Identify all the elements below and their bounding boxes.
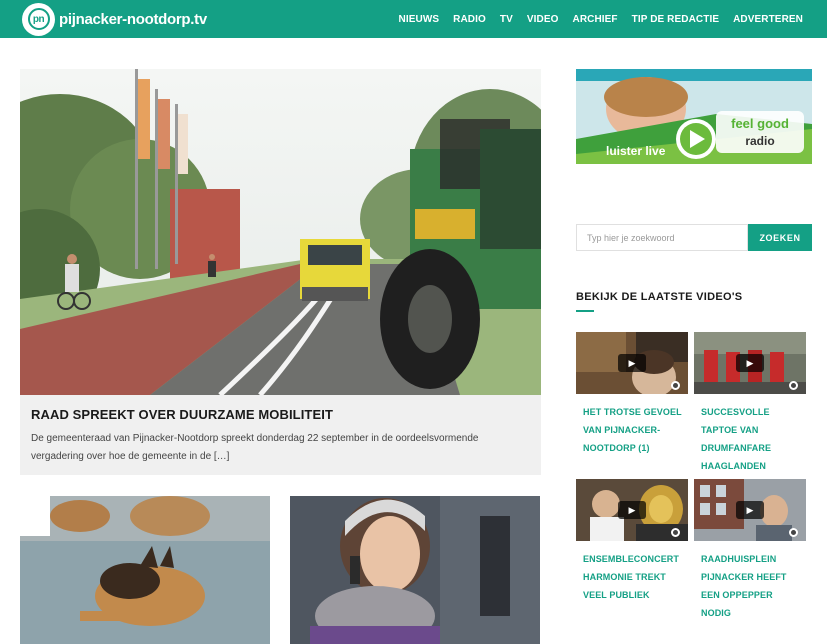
nav-item-tv[interactable]: TV [500, 14, 513, 25]
logo-badge-letters: pn [27, 8, 50, 30]
featured-article-image[interactable] [20, 69, 541, 395]
heading-underline [576, 310, 594, 312]
logo-text: pijnacker-nootdorp.tv [59, 10, 207, 28]
feel-good-radio-banner[interactable]: feel good radio luister live [576, 69, 812, 164]
video-thumbnail[interactable]: ▶ [694, 479, 806, 541]
nav-item-tip-de-redactie[interactable]: TIP DE REDACTIE [632, 14, 719, 25]
logo-badge-icon: pn [22, 2, 55, 36]
search-button[interactable]: ZOEKEN [748, 224, 812, 251]
video-thumbnail[interactable]: ▶ [576, 479, 688, 541]
featured-article-excerpt: De gemeenteraad van Pijnacker-Nootdorp s… [31, 433, 479, 462]
video-badge-icon [671, 381, 680, 390]
nav-item-adverteren[interactable]: ADVERTEREN [733, 14, 803, 25]
video-thumbnail[interactable]: ▶ [694, 332, 806, 394]
video-thumbnail[interactable]: ▶ [576, 332, 688, 394]
latest-videos-heading: BEKIJK DE LAATSTE VIDEO'S [576, 291, 743, 303]
play-icon[interactable]: ▶ [736, 501, 764, 519]
nav-item-radio[interactable]: RADIO [453, 14, 486, 25]
video-badge-icon [789, 381, 798, 390]
video-title[interactable]: ENSEMBLECONCERT HARMONIE TREKT VEEL PUBL… [583, 550, 687, 604]
play-icon[interactable]: ▶ [618, 354, 646, 372]
article-card[interactable] [290, 496, 540, 644]
nav-item-video[interactable]: VIDEO [527, 14, 559, 25]
top-navigation-bar: pn pijnacker-nootdorp.tv NIEUWS RADIO TV… [0, 0, 827, 38]
play-icon[interactable]: ▶ [618, 501, 646, 519]
nav-item-archief[interactable]: ARCHIEF [573, 14, 618, 25]
video-title[interactable]: RAADHUISPLEIN PIJNACKER HEEFT EEN OPPEPP… [701, 550, 805, 622]
banner-brand-line2: radio [745, 134, 774, 148]
article-card-image[interactable] [20, 496, 270, 644]
play-icon[interactable]: ▶ [736, 354, 764, 372]
nav-item-nieuws[interactable]: NIEUWS [399, 14, 440, 25]
search-input[interactable] [576, 224, 748, 251]
featured-article[interactable]: RAAD SPREEKT OVER DUURZAME MOBILITEIT De… [20, 69, 541, 475]
main-nav: NIEUWS RADIO TV VIDEO ARCHIEF TIP DE RED… [385, 0, 803, 38]
article-card[interactable] [20, 496, 270, 644]
video-badge-icon [671, 528, 680, 537]
article-card-image[interactable] [290, 496, 540, 644]
featured-article-title[interactable]: RAAD SPREEKT OVER DUURZAME MOBILITEIT [31, 407, 333, 422]
video-title[interactable]: SUCCESVOLLE TAPTOE VAN DRUMFANFARE HAAGL… [701, 403, 805, 475]
site-logo[interactable]: pn pijnacker-nootdorp.tv [22, 2, 207, 36]
video-badge-icon [789, 528, 798, 537]
search-form: ZOEKEN [576, 224, 812, 251]
banner-brand-line1: feel good [731, 116, 789, 131]
video-title[interactable]: HET TROTSE GEVOEL VAN PIJNACKER-NOOTDORP… [583, 403, 687, 457]
banner-cta: luister live [606, 144, 666, 158]
